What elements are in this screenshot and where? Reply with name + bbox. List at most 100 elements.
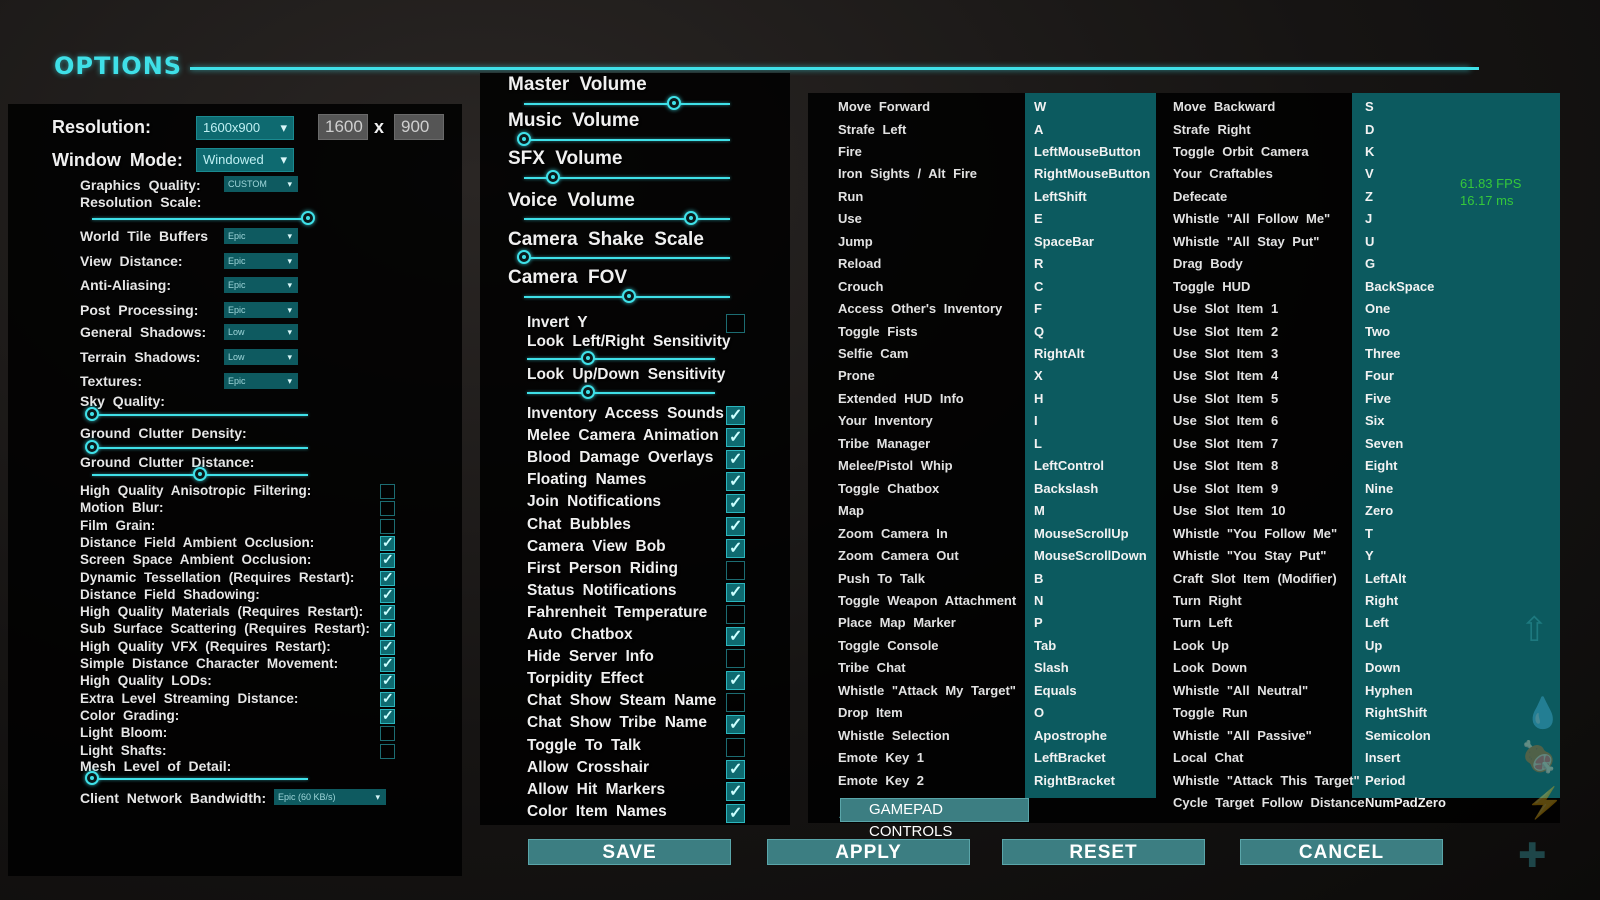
binding-key[interactable]: Up bbox=[1365, 638, 1382, 653]
audio-slider-track[interactable] bbox=[524, 257, 730, 259]
binding-key[interactable]: LeftMouseButton bbox=[1034, 144, 1141, 159]
binding-key[interactable]: Slash bbox=[1034, 660, 1069, 675]
general-option-checkbox[interactable] bbox=[726, 560, 745, 580]
look-lr-slider[interactable] bbox=[527, 358, 715, 360]
binding-key[interactable]: Backslash bbox=[1034, 481, 1098, 496]
binding-key[interactable]: BackSpace bbox=[1365, 279, 1434, 294]
resolution-width-field[interactable]: 1600 bbox=[318, 114, 368, 140]
quality-row-dropdown[interactable]: Epic ▾ bbox=[224, 302, 298, 318]
audio-slider-track[interactable] bbox=[524, 139, 730, 141]
binding-key[interactable]: Insert bbox=[1365, 750, 1400, 765]
resolution-scale-slider[interactable] bbox=[92, 218, 308, 220]
binding-key[interactable]: LeftBracket bbox=[1034, 750, 1106, 765]
binding-key[interactable]: U bbox=[1365, 234, 1374, 249]
binding-key[interactable]: P bbox=[1034, 615, 1043, 630]
binding-key[interactable]: G bbox=[1365, 256, 1375, 271]
binding-key[interactable]: MouseScrollDown bbox=[1034, 548, 1147, 563]
binding-key[interactable]: K bbox=[1365, 144, 1374, 159]
video-option-checkbox[interactable] bbox=[380, 603, 395, 621]
general-option-checkbox[interactable] bbox=[726, 516, 745, 536]
binding-key[interactable]: M bbox=[1034, 503, 1045, 518]
audio-slider-knob[interactable] bbox=[622, 289, 636, 303]
video-option-checkbox[interactable] bbox=[380, 620, 395, 638]
look-ud-slider[interactable] bbox=[527, 392, 715, 394]
binding-key[interactable]: Right bbox=[1365, 593, 1398, 608]
binding-key[interactable]: C bbox=[1034, 279, 1043, 294]
sky-quality-slider[interactable] bbox=[92, 414, 308, 416]
video-option-checkbox[interactable] bbox=[380, 655, 395, 672]
look-ud-knob[interactable] bbox=[581, 385, 595, 399]
resolution-height-field[interactable]: 900 bbox=[394, 114, 444, 140]
general-option-checkbox[interactable] bbox=[726, 649, 745, 669]
audio-slider-track[interactable] bbox=[524, 103, 730, 105]
general-option-checkbox[interactable] bbox=[726, 714, 745, 735]
general-option-checkbox[interactable] bbox=[726, 405, 745, 425]
quality-row-dropdown[interactable]: Epic ▾ bbox=[224, 228, 298, 244]
binding-key[interactable]: Z bbox=[1365, 189, 1373, 204]
general-option-checkbox[interactable] bbox=[726, 449, 745, 470]
sky-quality-knob[interactable] bbox=[85, 407, 99, 421]
general-option-checkbox[interactable] bbox=[726, 626, 745, 646]
binding-key[interactable]: Nine bbox=[1365, 481, 1393, 496]
bandwidth-dropdown[interactable]: Epic (60 KB/s) ▾ bbox=[274, 789, 386, 805]
binding-key[interactable]: L bbox=[1034, 436, 1042, 451]
binding-key[interactable]: RightMouseButton bbox=[1034, 166, 1150, 181]
video-option-checkbox[interactable] bbox=[380, 707, 395, 724]
mesh-lod-knob[interactable] bbox=[85, 771, 99, 785]
quality-row-dropdown[interactable]: Epic ▾ bbox=[224, 277, 298, 293]
binding-key[interactable]: E bbox=[1034, 211, 1043, 226]
general-option-checkbox[interactable] bbox=[726, 693, 745, 713]
binding-key[interactable]: V bbox=[1365, 166, 1374, 181]
general-option-checkbox[interactable] bbox=[726, 670, 745, 691]
quality-row-dropdown[interactable]: Epic ▾ bbox=[224, 373, 298, 389]
binding-key[interactable]: T bbox=[1365, 526, 1373, 541]
audio-slider-track[interactable] bbox=[524, 218, 730, 220]
binding-key[interactable]: A bbox=[1034, 122, 1043, 137]
binding-key[interactable]: LeftControl bbox=[1034, 458, 1104, 473]
audio-slider-knob[interactable] bbox=[684, 211, 698, 225]
binding-key[interactable]: RightAlt bbox=[1034, 346, 1085, 361]
general-option-checkbox[interactable] bbox=[726, 538, 745, 558]
binding-key[interactable]: Apostrophe bbox=[1034, 728, 1107, 743]
binding-key[interactable]: B bbox=[1034, 571, 1043, 586]
general-option-checkbox[interactable] bbox=[726, 737, 745, 757]
general-option-checkbox[interactable] bbox=[726, 803, 745, 823]
ground-clutter-distance-knob[interactable] bbox=[193, 467, 207, 481]
binding-key[interactable]: Seven bbox=[1365, 436, 1403, 451]
general-option-checkbox[interactable] bbox=[726, 427, 745, 448]
resolution-scale-knob[interactable] bbox=[301, 211, 315, 225]
binding-key[interactable]: Tab bbox=[1034, 638, 1056, 653]
general-option-checkbox[interactable] bbox=[726, 781, 745, 801]
reset-button[interactable]: RESET bbox=[1002, 839, 1205, 865]
binding-key[interactable]: LeftShift bbox=[1034, 189, 1087, 204]
binding-key[interactable]: RightBracket bbox=[1034, 773, 1115, 788]
binding-key[interactable]: NumPadZero bbox=[1365, 795, 1446, 810]
video-option-checkbox[interactable] bbox=[380, 638, 395, 655]
binding-key[interactable]: I bbox=[1034, 413, 1038, 428]
graphics-quality-dropdown[interactable]: CUSTOM ▾ bbox=[224, 176, 298, 192]
general-option-checkbox[interactable] bbox=[726, 493, 745, 514]
save-button[interactable]: SAVE bbox=[528, 839, 731, 865]
audio-slider-knob[interactable] bbox=[517, 250, 531, 264]
general-option-checkbox[interactable] bbox=[726, 759, 745, 779]
binding-key[interactable]: One bbox=[1365, 301, 1390, 316]
binding-key[interactable]: Left bbox=[1365, 615, 1389, 630]
video-option-checkbox[interactable] bbox=[380, 672, 395, 690]
binding-key[interactable]: S bbox=[1365, 99, 1374, 114]
quality-row-dropdown[interactable]: Epic ▾ bbox=[224, 253, 298, 269]
video-option-checkbox[interactable] bbox=[380, 484, 395, 499]
binding-key[interactable]: Six bbox=[1365, 413, 1385, 428]
video-option-checkbox[interactable] bbox=[380, 551, 395, 569]
audio-slider-knob[interactable] bbox=[546, 170, 560, 184]
binding-key[interactable]: Down bbox=[1365, 660, 1400, 675]
binding-key[interactable]: F bbox=[1034, 301, 1042, 316]
video-option-checkbox[interactable] bbox=[380, 534, 395, 551]
binding-key[interactable]: LeftAlt bbox=[1365, 571, 1406, 586]
binding-key[interactable]: W bbox=[1034, 99, 1046, 114]
binding-key[interactable]: MouseScrollUp bbox=[1034, 526, 1129, 541]
quality-row-dropdown[interactable]: Low ▾ bbox=[224, 324, 298, 340]
binding-key[interactable]: Period bbox=[1365, 773, 1405, 788]
window-mode-dropdown[interactable]: Windowed ▾ bbox=[196, 148, 294, 172]
binding-key[interactable]: Y bbox=[1365, 548, 1374, 563]
mesh-lod-slider[interactable] bbox=[92, 778, 308, 780]
